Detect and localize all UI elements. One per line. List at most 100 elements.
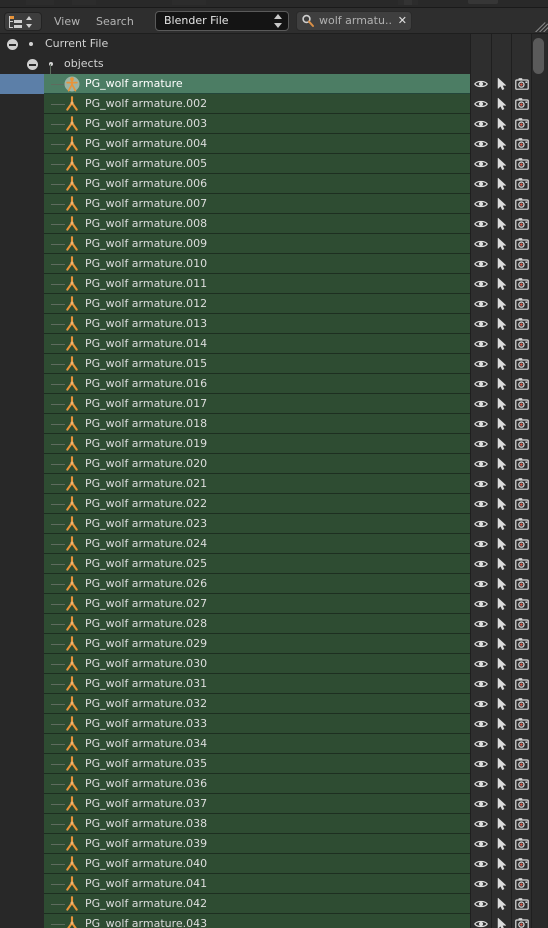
eye-icon[interactable] bbox=[474, 77, 488, 91]
tree-row-object[interactable]: PG_wolf armature.002 bbox=[0, 94, 548, 114]
tree-row-object[interactable]: PG_wolf armature.040 bbox=[0, 854, 548, 874]
tree-row-object[interactable]: PG_wolf armature.023 bbox=[0, 514, 548, 534]
eye-icon[interactable] bbox=[474, 777, 488, 791]
cursor-arrow-icon[interactable] bbox=[495, 137, 509, 151]
tree-row-objects[interactable]: objects bbox=[0, 54, 548, 74]
eye-icon[interactable] bbox=[474, 617, 488, 631]
cursor-arrow-icon[interactable] bbox=[495, 437, 509, 451]
tree-row-object[interactable]: PG_wolf armature.009 bbox=[0, 234, 548, 254]
camera-icon[interactable] bbox=[515, 317, 529, 331]
eye-icon[interactable] bbox=[474, 737, 488, 751]
resize-grip-icon[interactable] bbox=[532, 16, 548, 32]
cursor-arrow-icon[interactable] bbox=[495, 397, 509, 411]
tree-row-current-file[interactable]: Current File bbox=[0, 34, 548, 54]
search-input[interactable]: wolf armatu.. ✕ bbox=[296, 11, 412, 31]
eye-icon[interactable] bbox=[474, 477, 488, 491]
camera-icon[interactable] bbox=[515, 737, 529, 751]
camera-icon[interactable] bbox=[515, 657, 529, 671]
tree-row-object[interactable]: PG_wolf armature.039 bbox=[0, 834, 548, 854]
tree-row-object[interactable]: PG_wolf armature.016 bbox=[0, 374, 548, 394]
eye-icon[interactable] bbox=[474, 837, 488, 851]
cursor-arrow-icon[interactable] bbox=[495, 897, 509, 911]
menu-search[interactable]: Search bbox=[91, 12, 139, 31]
eye-icon[interactable] bbox=[474, 157, 488, 171]
camera-icon[interactable] bbox=[515, 577, 529, 591]
cursor-arrow-icon[interactable] bbox=[495, 117, 509, 131]
tree-row-object[interactable]: PG_wolf armature.013 bbox=[0, 314, 548, 334]
cursor-arrow-icon[interactable] bbox=[495, 677, 509, 691]
camera-icon[interactable] bbox=[515, 337, 529, 351]
cursor-arrow-icon[interactable] bbox=[495, 857, 509, 871]
camera-icon[interactable] bbox=[515, 637, 529, 651]
eye-icon[interactable] bbox=[474, 417, 488, 431]
camera-icon[interactable] bbox=[515, 77, 529, 91]
tree-row-object[interactable]: PG_wolf armature.005 bbox=[0, 154, 548, 174]
tree-row-object[interactable]: PG_wolf armature.004 bbox=[0, 134, 548, 154]
eye-icon[interactable] bbox=[474, 557, 488, 571]
cursor-arrow-icon[interactable] bbox=[495, 77, 509, 91]
tree-row-object[interactable]: PG_wolf armature.030 bbox=[0, 654, 548, 674]
disclosure-triangle-icon[interactable] bbox=[27, 59, 38, 70]
eye-icon[interactable] bbox=[474, 497, 488, 511]
cursor-arrow-icon[interactable] bbox=[495, 257, 509, 271]
tree-row-object[interactable]: PG_wolf armature.042 bbox=[0, 894, 548, 914]
eye-icon[interactable] bbox=[474, 597, 488, 611]
cursor-arrow-icon[interactable] bbox=[495, 177, 509, 191]
tree-row-object[interactable]: PG_wolf armature.037 bbox=[0, 794, 548, 814]
tree-row-object[interactable]: PG_wolf armature.033 bbox=[0, 714, 548, 734]
cursor-arrow-icon[interactable] bbox=[495, 777, 509, 791]
eye-icon[interactable] bbox=[474, 377, 488, 391]
tree-row-object[interactable]: PG_wolf armature.043 bbox=[0, 914, 548, 928]
camera-icon[interactable] bbox=[515, 377, 529, 391]
tree-row-object[interactable]: PG_wolf armature.029 bbox=[0, 634, 548, 654]
eye-icon[interactable] bbox=[474, 397, 488, 411]
camera-icon[interactable] bbox=[515, 357, 529, 371]
vertical-scrollbar-track[interactable] bbox=[532, 34, 547, 928]
eye-icon[interactable] bbox=[474, 877, 488, 891]
cursor-arrow-icon[interactable] bbox=[495, 517, 509, 531]
cursor-arrow-icon[interactable] bbox=[495, 797, 509, 811]
camera-icon[interactable] bbox=[515, 557, 529, 571]
tree-row-object[interactable]: PG_wolf armature.018 bbox=[0, 414, 548, 434]
eye-icon[interactable] bbox=[474, 137, 488, 151]
cursor-arrow-icon[interactable] bbox=[495, 197, 509, 211]
cursor-arrow-icon[interactable] bbox=[495, 377, 509, 391]
tree-row-object[interactable]: PG_wolf armature.003 bbox=[0, 114, 548, 134]
eye-icon[interactable] bbox=[474, 857, 488, 871]
camera-icon[interactable] bbox=[515, 677, 529, 691]
cursor-arrow-icon[interactable] bbox=[495, 557, 509, 571]
camera-icon[interactable] bbox=[515, 197, 529, 211]
camera-icon[interactable] bbox=[515, 297, 529, 311]
camera-icon[interactable] bbox=[515, 537, 529, 551]
tree-row-object[interactable]: PG_wolf armature.008 bbox=[0, 214, 548, 234]
camera-icon[interactable] bbox=[515, 277, 529, 291]
tree-row-object[interactable]: PG_wolf armature.028 bbox=[0, 614, 548, 634]
tree-row-object[interactable]: PG_wolf armature.026 bbox=[0, 574, 548, 594]
menu-view[interactable]: View bbox=[49, 12, 85, 31]
eye-icon[interactable] bbox=[474, 637, 488, 651]
eye-icon[interactable] bbox=[474, 917, 488, 928]
tree-row-object[interactable]: PG_wolf armature.032 bbox=[0, 694, 548, 714]
eye-icon[interactable] bbox=[474, 257, 488, 271]
eye-icon[interactable] bbox=[474, 677, 488, 691]
camera-icon[interactable] bbox=[515, 137, 529, 151]
tree-row-object[interactable]: PG_wolf armature bbox=[0, 74, 548, 94]
tree-row-object[interactable]: PG_wolf armature.007 bbox=[0, 194, 548, 214]
cursor-arrow-icon[interactable] bbox=[495, 157, 509, 171]
eye-icon[interactable] bbox=[474, 97, 488, 111]
eye-icon[interactable] bbox=[474, 757, 488, 771]
eye-icon[interactable] bbox=[474, 657, 488, 671]
tree-row-object[interactable]: PG_wolf armature.021 bbox=[0, 474, 548, 494]
eye-icon[interactable] bbox=[474, 517, 488, 531]
camera-icon[interactable] bbox=[515, 417, 529, 431]
tree-row-object[interactable]: PG_wolf armature.025 bbox=[0, 554, 548, 574]
eye-icon[interactable] bbox=[474, 277, 488, 291]
camera-icon[interactable] bbox=[515, 917, 529, 928]
tree-row-object[interactable]: PG_wolf armature.011 bbox=[0, 274, 548, 294]
tree-row-object[interactable]: PG_wolf armature.014 bbox=[0, 334, 548, 354]
camera-icon[interactable] bbox=[515, 817, 529, 831]
cursor-arrow-icon[interactable] bbox=[495, 817, 509, 831]
tree-row-object[interactable]: PG_wolf armature.022 bbox=[0, 494, 548, 514]
tree-row-object[interactable]: PG_wolf armature.035 bbox=[0, 754, 548, 774]
tree-row-object[interactable]: PG_wolf armature.024 bbox=[0, 534, 548, 554]
